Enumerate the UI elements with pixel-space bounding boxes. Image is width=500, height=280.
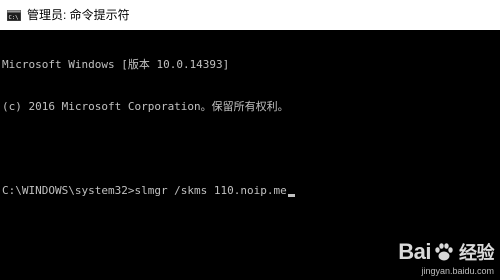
- console-line: Microsoft Windows [版本 10.0.14393]: [2, 58, 230, 71]
- command-text: C:\WINDOWS\system32>slmgr /skms 110.noip…: [2, 184, 287, 197]
- command-prompt-window: C:\ 管理员: 命令提示符 Microsoft Windows [版本 10.…: [0, 0, 500, 280]
- paw-icon: [435, 243, 453, 261]
- watermark-brand-suffix: 经验: [459, 243, 495, 263]
- console-line: (c) 2016 Microsoft Corporation。保留所有权利。: [2, 100, 289, 113]
- text-cursor: [287, 194, 295, 197]
- watermark-logo: Bai 经验: [398, 239, 494, 265]
- watermark-brand: Bai: [398, 239, 431, 264]
- cmd-icon: C:\: [7, 9, 21, 21]
- window-title: 管理员: 命令提示符: [27, 8, 130, 22]
- command-line[interactable]: C:\WINDOWS\system32>slmgr /skms 110.noip…: [2, 184, 500, 198]
- svg-text:C:\: C:\: [9, 15, 19, 21]
- baidu-jingyan-watermark: Bai 经验 jingyan.baidu.com: [398, 239, 494, 276]
- watermark-url: jingyan.baidu.com: [421, 266, 494, 276]
- title-bar[interactable]: C:\ 管理员: 命令提示符: [0, 0, 500, 30]
